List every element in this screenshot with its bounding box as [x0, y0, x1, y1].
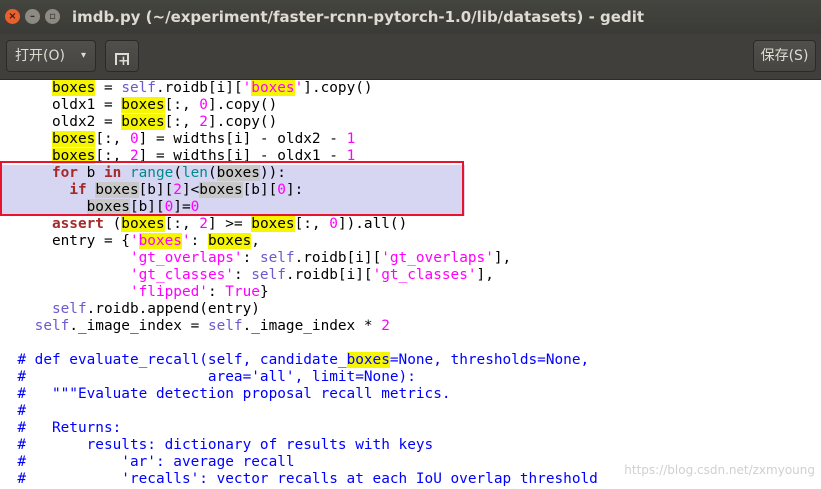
maximize-window-button[interactable]: ▫ — [45, 9, 60, 24]
new-tab-button[interactable] — [105, 40, 139, 77]
window-title: imdb.py (~/experiment/faster-rcnn-pytorc… — [72, 8, 644, 26]
code-line: # def evaluate_recall(self, candidate_bo… — [17, 352, 590, 368]
code-line: boxes[:, 0] = widths[i] - oldx2 - 1 — [51, 131, 356, 147]
code-line: 'gt_classes': self.roidb[i]['gt_classes'… — [129, 267, 494, 283]
code-line: self._image_index = self._image_index * … — [34, 318, 390, 334]
watermark: https://blog.csdn.net/zxmyoung — [624, 463, 815, 477]
code-line: boxes = self.roidb[i]['boxes'].copy() — [51, 80, 373, 96]
code-line: entry = {'boxes': boxes, — [0, 233, 260, 249]
open-button-label: 打开(O) — [15, 48, 65, 64]
code-line: # results: dictionary of results with ke… — [17, 437, 434, 453]
code-line: # 'recalls': vector recalls at each IoU … — [17, 471, 598, 487]
code-line: # """Evaluate detection proposal recall … — [17, 386, 451, 402]
code-line: oldx1 = boxes[:, 0].copy() — [0, 97, 278, 113]
code-line: oldx2 = boxes[:, 2].copy() — [0, 114, 278, 130]
code-line: # Returns: — [17, 420, 122, 436]
code-editor[interactable]: boxes = self.roidb[i]['boxes'].copy() ol… — [0, 80, 821, 489]
code-line: assert (boxes[:, 2] >= boxes[:, 0]).all(… — [51, 216, 408, 232]
code-line: # area='all', limit=None): — [17, 369, 416, 385]
open-button[interactable]: 打开(O) ▾ — [6, 40, 96, 72]
minimize-window-button[interactable]: – — [25, 9, 40, 24]
annotation-highlight-box — [0, 161, 464, 216]
save-button[interactable]: 保存(S) — [753, 40, 816, 72]
close-window-button[interactable]: × — [5, 9, 20, 24]
header-bar: 打开(O) ▾ 保存(S) — [0, 34, 821, 80]
code-line: # 'ar': average recall — [17, 454, 295, 470]
code-line: # — [17, 403, 26, 419]
code-line: 'gt_overlaps': self.roidb[i]['gt_overlap… — [129, 250, 512, 266]
new-tab-icon — [115, 47, 129, 77]
save-button-label: 保存(S) — [760, 48, 809, 64]
chevron-down-icon: ▾ — [80, 50, 86, 61]
code-view[interactable]: boxes = self.roidb[i]['boxes'].copy() ol… — [0, 80, 598, 488]
code-line: 'flipped': True} — [129, 284, 269, 300]
code-line: self.roidb.append(entry) — [51, 301, 260, 317]
title-bar: × – ▫ imdb.py (~/experiment/faster-rcnn-… — [0, 0, 821, 34]
